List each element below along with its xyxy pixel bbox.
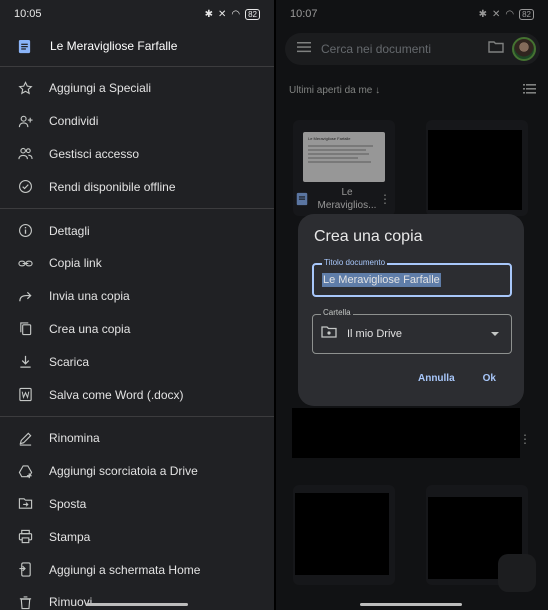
divider (0, 208, 274, 210)
menu-item-label: Invia una copia (49, 289, 130, 304)
menu-item-trash[interactable]: Rimuovi (0, 586, 274, 610)
bluetooth-icon: ✱ (204, 8, 213, 20)
menu-item-pencil[interactable]: Rinomina (0, 422, 274, 455)
left-screen: 10:05 ✱ ✕ ◠ 82 Le Meravigliose Farfalle … (0, 0, 274, 610)
menu-item-word[interactable]: Salva come Word (.docx) (0, 378, 274, 411)
menu-item-people[interactable]: Gestisci accesso (0, 138, 274, 171)
folder-label: Cartella (321, 308, 353, 317)
download-icon (17, 354, 33, 370)
print-icon (17, 529, 33, 545)
menu-item-label: Aggiungi a schermata Home (49, 562, 201, 577)
offline-check-icon (17, 179, 33, 195)
menu-item-label: Crea una copia (49, 321, 131, 336)
forward-icon (17, 288, 33, 304)
gesture-bar[interactable] (360, 603, 462, 606)
people-icon (17, 146, 33, 162)
menu-item-label: Condividi (49, 114, 99, 129)
doc-icon (16, 38, 32, 54)
status-icons: ✱ ✕ ◠ 82 (204, 8, 260, 20)
menu-item-download[interactable]: Scarica (0, 345, 274, 378)
menu-item-info[interactable]: Dettagli (0, 214, 274, 247)
menu-item-label: Dettagli (49, 223, 90, 238)
menu-item-link[interactable]: Copia link (0, 247, 274, 280)
info-icon (17, 223, 33, 239)
ok-button[interactable]: Ok (483, 373, 496, 384)
menu-group-1: Aggiungi a Speciali Condividi Gestisci acc… (0, 69, 274, 206)
home-screen-icon (17, 562, 33, 578)
folder-select[interactable]: Cartella Il mio Drive (312, 308, 512, 354)
dialog-actions: Annulla Ok (312, 373, 512, 384)
menu-item-offline-check[interactable]: Rendi disponibile offline (0, 170, 274, 203)
divider (0, 66, 274, 67)
menu-doc-title: Le Meravigliose Farfalle (50, 39, 178, 53)
gesture-bar[interactable] (86, 603, 188, 606)
menu-item-label: Rendi disponibile offline (49, 179, 176, 194)
menu-header: Le Meravigliose Farfalle (0, 28, 274, 64)
divider (0, 415, 274, 417)
trash-icon (17, 594, 33, 610)
menu-item-label: Salva come Word (.docx) (49, 387, 184, 402)
menu-group-2: Dettagli Copia link Invia una copia Crea un… (0, 211, 274, 414)
menu-item-label: Stampa (49, 529, 91, 544)
menu-item-home-screen[interactable]: Aggiungi a schermata Home (0, 553, 274, 586)
menu-group-3: Rinomina Aggiungi scorciatoia a Drive Spos… (0, 419, 274, 610)
menu-item-print[interactable]: Stampa (0, 520, 274, 553)
menu-item-label: Gestisci accesso (49, 146, 140, 161)
star-icon (17, 80, 33, 96)
menu-item-label: Sposta (49, 496, 87, 511)
drive-shortcut-icon (17, 463, 33, 479)
menu-item-forward[interactable]: Invia una copia (0, 280, 274, 313)
move-folder-icon (17, 496, 33, 512)
menu-item-label: Rinomina (49, 431, 100, 446)
menu-item-person-add[interactable]: Condividi (0, 105, 274, 138)
doc-title-label: Titolo documento (322, 258, 388, 267)
pencil-icon (17, 430, 33, 446)
doc-title-input[interactable]: Le Meravigliose Farfalle (322, 273, 441, 287)
link-icon (17, 255, 33, 271)
create-copy-dialog: Crea una copia Titolo documento Le Merav… (298, 214, 524, 406)
menu-item-star[interactable]: Aggiungi a Speciali (0, 72, 274, 105)
battery-icon: 82 (245, 8, 260, 20)
menu-item-move-folder[interactable]: Sposta (0, 488, 274, 521)
right-screen: 10:07 ✱ ✕ ◠ 82 Cerca nei documenti Ultim… (276, 0, 548, 610)
copy-icon (17, 321, 33, 337)
menu-item-label: Copia link (49, 256, 102, 271)
person-add-icon (17, 113, 33, 129)
dropdown-caret-icon (491, 332, 499, 336)
drive-folder-icon (321, 325, 337, 343)
folder-value: Il mio Drive (347, 328, 403, 340)
menu-item-copy[interactable]: Crea una copia (0, 313, 274, 346)
word-icon (17, 387, 33, 403)
menu-item-drive-shortcut[interactable]: Aggiungi scorciatoia a Drive (0, 455, 274, 488)
cancel-button[interactable]: Annulla (418, 373, 455, 384)
doc-title-field[interactable]: Titolo documento Le Meravigliose Farfall… (312, 258, 512, 297)
mute-icon: ✕ (217, 8, 227, 20)
menu-item-label: Aggiungi a Speciali (49, 81, 152, 96)
wifi-icon: ◠ (231, 8, 241, 20)
menu-item-label: Scarica (49, 354, 90, 369)
dialog-title: Crea una copia (314, 228, 423, 245)
status-bar: 10:05 ✱ ✕ ◠ 82 (0, 0, 274, 28)
status-time: 10:05 (14, 8, 42, 20)
menu-item-label: Aggiungi scorciatoia a Drive (49, 464, 198, 479)
